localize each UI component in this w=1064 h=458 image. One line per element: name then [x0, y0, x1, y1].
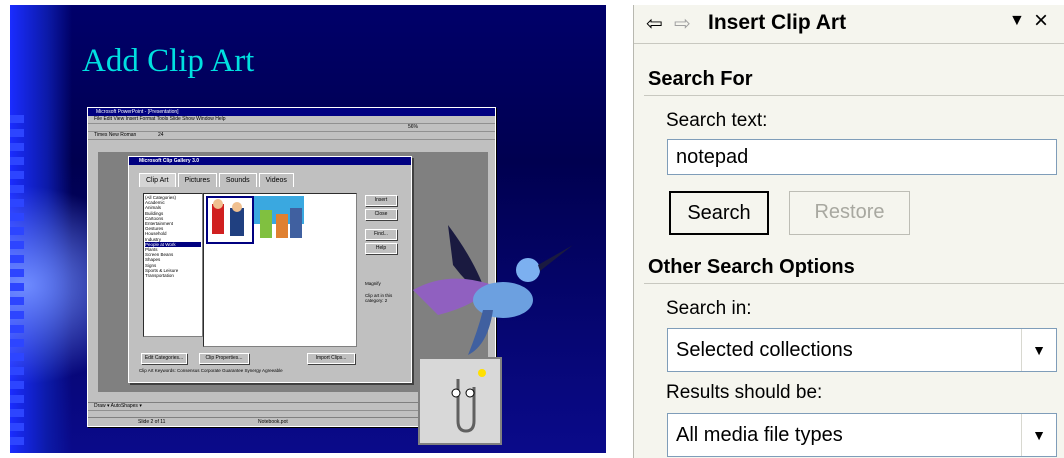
clip-properties-button[interactable]: Clip Properties...	[199, 353, 249, 364]
chevron-down-icon[interactable]: ▼	[1021, 414, 1056, 456]
hummingbird-icon	[413, 225, 573, 355]
clip-thumbnail[interactable]	[254, 196, 304, 240]
clip-keywords: Clip Art Keywords: Consensus Corporate G…	[139, 368, 283, 373]
clip-preview-area[interactable]	[203, 193, 357, 347]
tab-sounds[interactable]: Sounds	[218, 173, 257, 187]
tab-pictures[interactable]: Pictures	[177, 173, 217, 187]
results-type-dropdown[interactable]: All media file types ▼	[667, 413, 1057, 457]
template-name: Notebook.pot	[258, 419, 288, 425]
business-people-clip-icon	[212, 199, 244, 236]
ppt-font-size: 24	[158, 132, 164, 138]
search-button[interactable]: Search	[669, 191, 769, 235]
find-button[interactable]: Find...	[365, 229, 397, 240]
magnify-checkbox[interactable]: Magnify	[365, 281, 405, 286]
edit-categories-button[interactable]: Edit Categories...	[141, 353, 187, 364]
ppt-format-toolbar: Times New Roman 24	[88, 132, 495, 140]
import-clips-button[interactable]: Import Clips...	[307, 353, 355, 364]
results-should-be-label: Results should be:	[666, 382, 823, 403]
meeting-clip-icon	[254, 196, 304, 238]
restore-button[interactable]: Restore	[789, 191, 910, 235]
search-in-value: Selected collections	[676, 339, 853, 361]
ppt-font-name: Times New Roman	[94, 132, 137, 138]
ppt-toolbar: 56%	[88, 124, 495, 132]
chevron-down-icon[interactable]: ▼	[1021, 329, 1056, 371]
insert-clip-art-pane: ⇦ ⇨ Insert Clip Art ▼ × Search For Searc…	[633, 5, 1064, 458]
pane-menu-dropdown-icon[interactable]: ▼	[1009, 12, 1025, 30]
insert-button[interactable]: Insert	[365, 195, 397, 206]
list-item[interactable]: Transportation	[145, 273, 201, 278]
slide-count: Slide 2 of 11	[138, 419, 166, 425]
clip-gallery-titlebar: Microsoft Clip Gallery 3.0	[129, 157, 411, 165]
slide-title: Add Clip Art	[82, 43, 255, 79]
category-list[interactable]: (All Categories) Academic Animals Buildi…	[143, 193, 203, 337]
paperclip-assistant-icon	[451, 369, 486, 433]
search-in-label: Search in:	[666, 298, 752, 319]
tab-videos[interactable]: Videos	[258, 173, 294, 187]
office-assistant-window	[418, 357, 502, 445]
clip-thumbnail-selected[interactable]	[206, 196, 254, 244]
pane-titlebar: ⇦ ⇨ Insert Clip Art ▼ ×	[634, 5, 1064, 44]
back-arrow-icon[interactable]: ⇦	[646, 12, 663, 36]
clip-gallery-tabs: Clip Art Pictures Sounds Videos	[139, 173, 294, 187]
clip-gallery-dialog: Microsoft Clip Gallery 3.0 Clip Art Pict…	[128, 156, 412, 383]
pane-title: Insert Clip Art	[708, 11, 847, 34]
search-text-label: Search text:	[666, 110, 768, 131]
clip-count-text: Clip art in this category: 2	[365, 293, 393, 303]
other-search-options-heading: Other Search Options	[648, 256, 855, 278]
help-button[interactable]: Help	[365, 243, 397, 254]
ppt-menubar: File Edit View Insert Format Tools Slide…	[88, 116, 495, 124]
presentation-slide: Add Clip Art Microsoft PowerPoint - [Pre…	[10, 5, 606, 453]
tab-clip-art[interactable]: Clip Art	[139, 173, 176, 187]
ppt-zoom: 56%	[408, 124, 419, 130]
search-for-heading: Search For	[648, 68, 753, 90]
close-icon[interactable]: ×	[1034, 7, 1048, 35]
section-divider	[644, 283, 1064, 284]
slide-dash-pattern	[10, 115, 24, 445]
search-in-dropdown[interactable]: Selected collections ▼	[667, 328, 1057, 372]
forward-arrow-icon[interactable]: ⇨	[674, 12, 691, 36]
ppt-titlebar: Microsoft PowerPoint - [Presentation]	[88, 108, 495, 116]
close-button[interactable]: Close	[365, 209, 397, 220]
results-type-value: All media file types	[676, 424, 843, 446]
search-text-input[interactable]: notepad	[667, 139, 1057, 175]
section-divider	[644, 95, 1064, 96]
